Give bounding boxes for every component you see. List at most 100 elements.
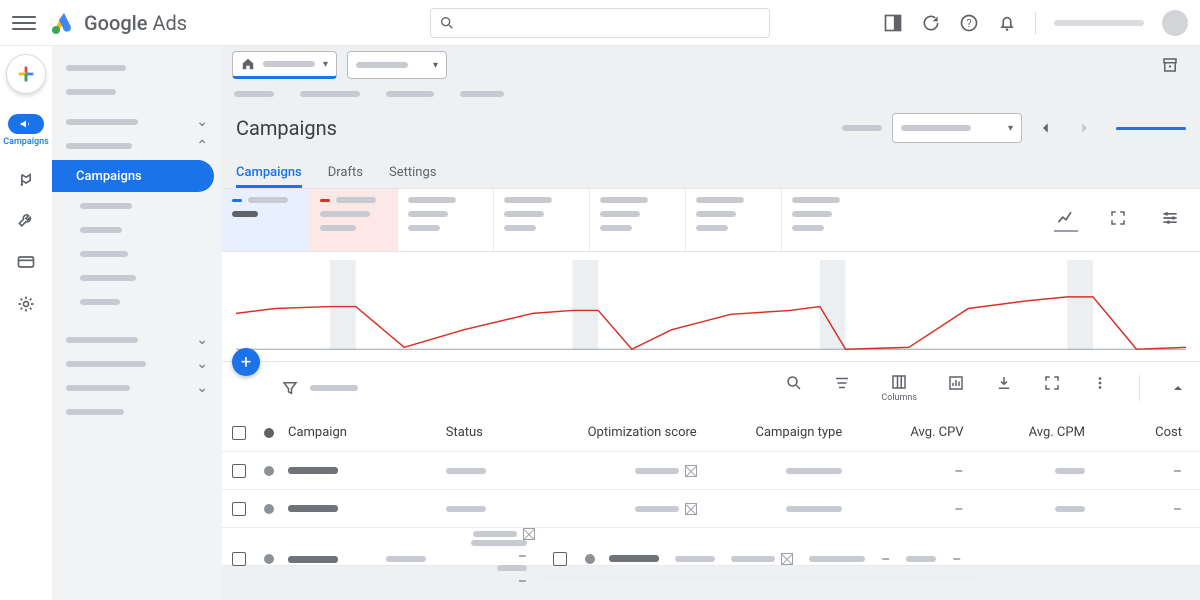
status-dot <box>264 466 274 476</box>
status-header-icon <box>264 428 274 438</box>
summary-card[interactable] <box>398 189 494 251</box>
campaign-scope-select[interactable]: ▾ <box>347 51 447 79</box>
megaphone-icon <box>8 114 44 134</box>
optimization-icon <box>685 465 697 477</box>
account-scope-select[interactable]: ▾ <box>232 51 337 79</box>
empty-value: – <box>952 552 961 568</box>
rail-item-goals[interactable] <box>15 167 37 189</box>
row-checkbox[interactable] <box>232 552 246 566</box>
fullscreen-icon[interactable] <box>1043 374 1061 402</box>
col-campaign[interactable]: Campaign <box>280 425 438 440</box>
chart-type-line-icon[interactable] <box>1054 208 1078 232</box>
refresh-icon[interactable] <box>921 13 941 33</box>
toolbar-divider <box>1139 375 1140 401</box>
filter-skeleton <box>310 385 358 391</box>
nav-group[interactable]: ⌃ <box>52 134 222 158</box>
status-dot <box>264 504 274 514</box>
rail-item-billing[interactable] <box>15 251 37 273</box>
notifications-icon[interactable] <box>997 13 1017 33</box>
optimization-icon <box>523 528 535 540</box>
summary-card[interactable] <box>782 189 878 251</box>
tab-drafts[interactable]: Drafts <box>328 165 363 188</box>
nav-group[interactable]: ⌄ <box>52 110 222 134</box>
tab-campaigns[interactable]: Campaigns <box>236 165 302 188</box>
empty-value: – <box>954 464 963 480</box>
nav-subitem[interactable] <box>52 194 222 218</box>
rail-label-campaigns: Campaigns <box>3 137 49 147</box>
left-nav: ⌄ ⌃ Campaigns ⌄ ⌄ ⌄ <box>52 46 222 600</box>
main-content: ▾ ▾ Campaigns ▾ Campaigns Drafts Setting… <box>222 46 1200 600</box>
add-campaign-button[interactable]: + <box>232 348 260 376</box>
performance-chart <box>222 252 1200 362</box>
col-optimization[interactable]: Optimization score <box>580 425 705 440</box>
nav-subitem[interactable] <box>52 242 222 266</box>
compare-indicator <box>1116 127 1186 130</box>
summary-card-primary[interactable] <box>222 189 310 251</box>
table-row[interactable]: – – – – <box>222 528 1200 566</box>
row-checkbox[interactable] <box>553 552 567 566</box>
empty-value: – <box>1173 502 1182 518</box>
select-all-checkbox[interactable] <box>232 426 246 440</box>
header-divider <box>1035 12 1036 34</box>
tab-settings[interactable]: Settings <box>389 165 436 188</box>
summary-card-secondary[interactable] <box>310 189 398 251</box>
col-status[interactable]: Status <box>438 425 559 440</box>
rail-item-admin[interactable] <box>15 293 37 315</box>
summary-card[interactable] <box>590 189 686 251</box>
table-toolbar: + Columns <box>222 362 1200 414</box>
summary-card[interactable] <box>494 189 590 251</box>
nav-subitem[interactable] <box>52 290 222 314</box>
create-button[interactable] <box>6 54 46 94</box>
nav-group[interactable]: ⌄ <box>52 376 222 400</box>
date-range-select[interactable]: ▾ <box>892 113 1022 143</box>
nav-group[interactable]: ⌄ <box>52 328 222 352</box>
reports-icon[interactable] <box>947 374 965 402</box>
expand-chart-icon[interactable] <box>1106 208 1130 232</box>
avatar[interactable] <box>1162 10 1188 36</box>
nav-item[interactable] <box>52 56 222 80</box>
date-next-button[interactable] <box>1070 114 1098 142</box>
search-input[interactable] <box>430 8 770 38</box>
nav-item[interactable] <box>52 400 222 424</box>
nav-group[interactable]: ⌄ <box>52 352 222 376</box>
summary-cards <box>222 188 1200 252</box>
nav-item[interactable] <box>52 80 222 104</box>
date-prev-button[interactable] <box>1032 114 1060 142</box>
empty-value: – <box>518 574 527 590</box>
col-campaign-type[interactable]: Campaign type <box>747 425 850 440</box>
menu-icon[interactable] <box>12 11 36 35</box>
page-tabs: Campaigns Drafts Settings <box>222 152 1200 188</box>
table-row[interactable]: – – <box>543 540 979 578</box>
scope-bar: ▾ ▾ <box>222 46 1200 84</box>
adjust-chart-icon[interactable] <box>1158 208 1182 232</box>
breadcrumb <box>222 84 1200 104</box>
row-checkbox[interactable] <box>232 464 246 478</box>
filter-icon[interactable] <box>280 378 300 398</box>
archive-icon[interactable] <box>1158 53 1182 77</box>
empty-value: – <box>518 549 527 565</box>
summary-card[interactable] <box>686 189 782 251</box>
help-icon[interactable]: ? <box>959 13 979 33</box>
segment-icon[interactable] <box>833 374 851 402</box>
col-cost[interactable]: Cost <box>1147 425 1190 440</box>
svg-text:?: ? <box>966 17 971 30</box>
optimization-icon <box>685 503 697 515</box>
reports-icon[interactable] <box>883 13 903 33</box>
table-row[interactable]: – – <box>222 490 1200 528</box>
collapse-chart-icon[interactable] <box>1170 380 1186 396</box>
download-icon[interactable] <box>995 374 1013 402</box>
columns-icon[interactable]: Columns <box>881 373 917 403</box>
empty-value: – <box>881 552 890 568</box>
table-search-icon[interactable] <box>785 374 803 402</box>
nav-subitem[interactable] <box>52 266 222 290</box>
rail-item-campaigns[interactable]: Campaigns <box>3 114 49 147</box>
rail-item-tools[interactable] <box>15 209 37 231</box>
nav-item-campaigns[interactable]: Campaigns <box>52 160 214 192</box>
col-avg-cpv[interactable]: Avg. CPV <box>902 425 971 440</box>
col-avg-cpm[interactable]: Avg. CPM <box>1021 425 1093 440</box>
nav-subitem[interactable] <box>52 218 222 242</box>
table-header: Campaign Status Optimization score Campa… <box>222 414 1200 452</box>
row-checkbox[interactable] <box>232 502 246 516</box>
table-row[interactable]: – – <box>222 452 1200 490</box>
more-icon[interactable] <box>1091 374 1109 402</box>
